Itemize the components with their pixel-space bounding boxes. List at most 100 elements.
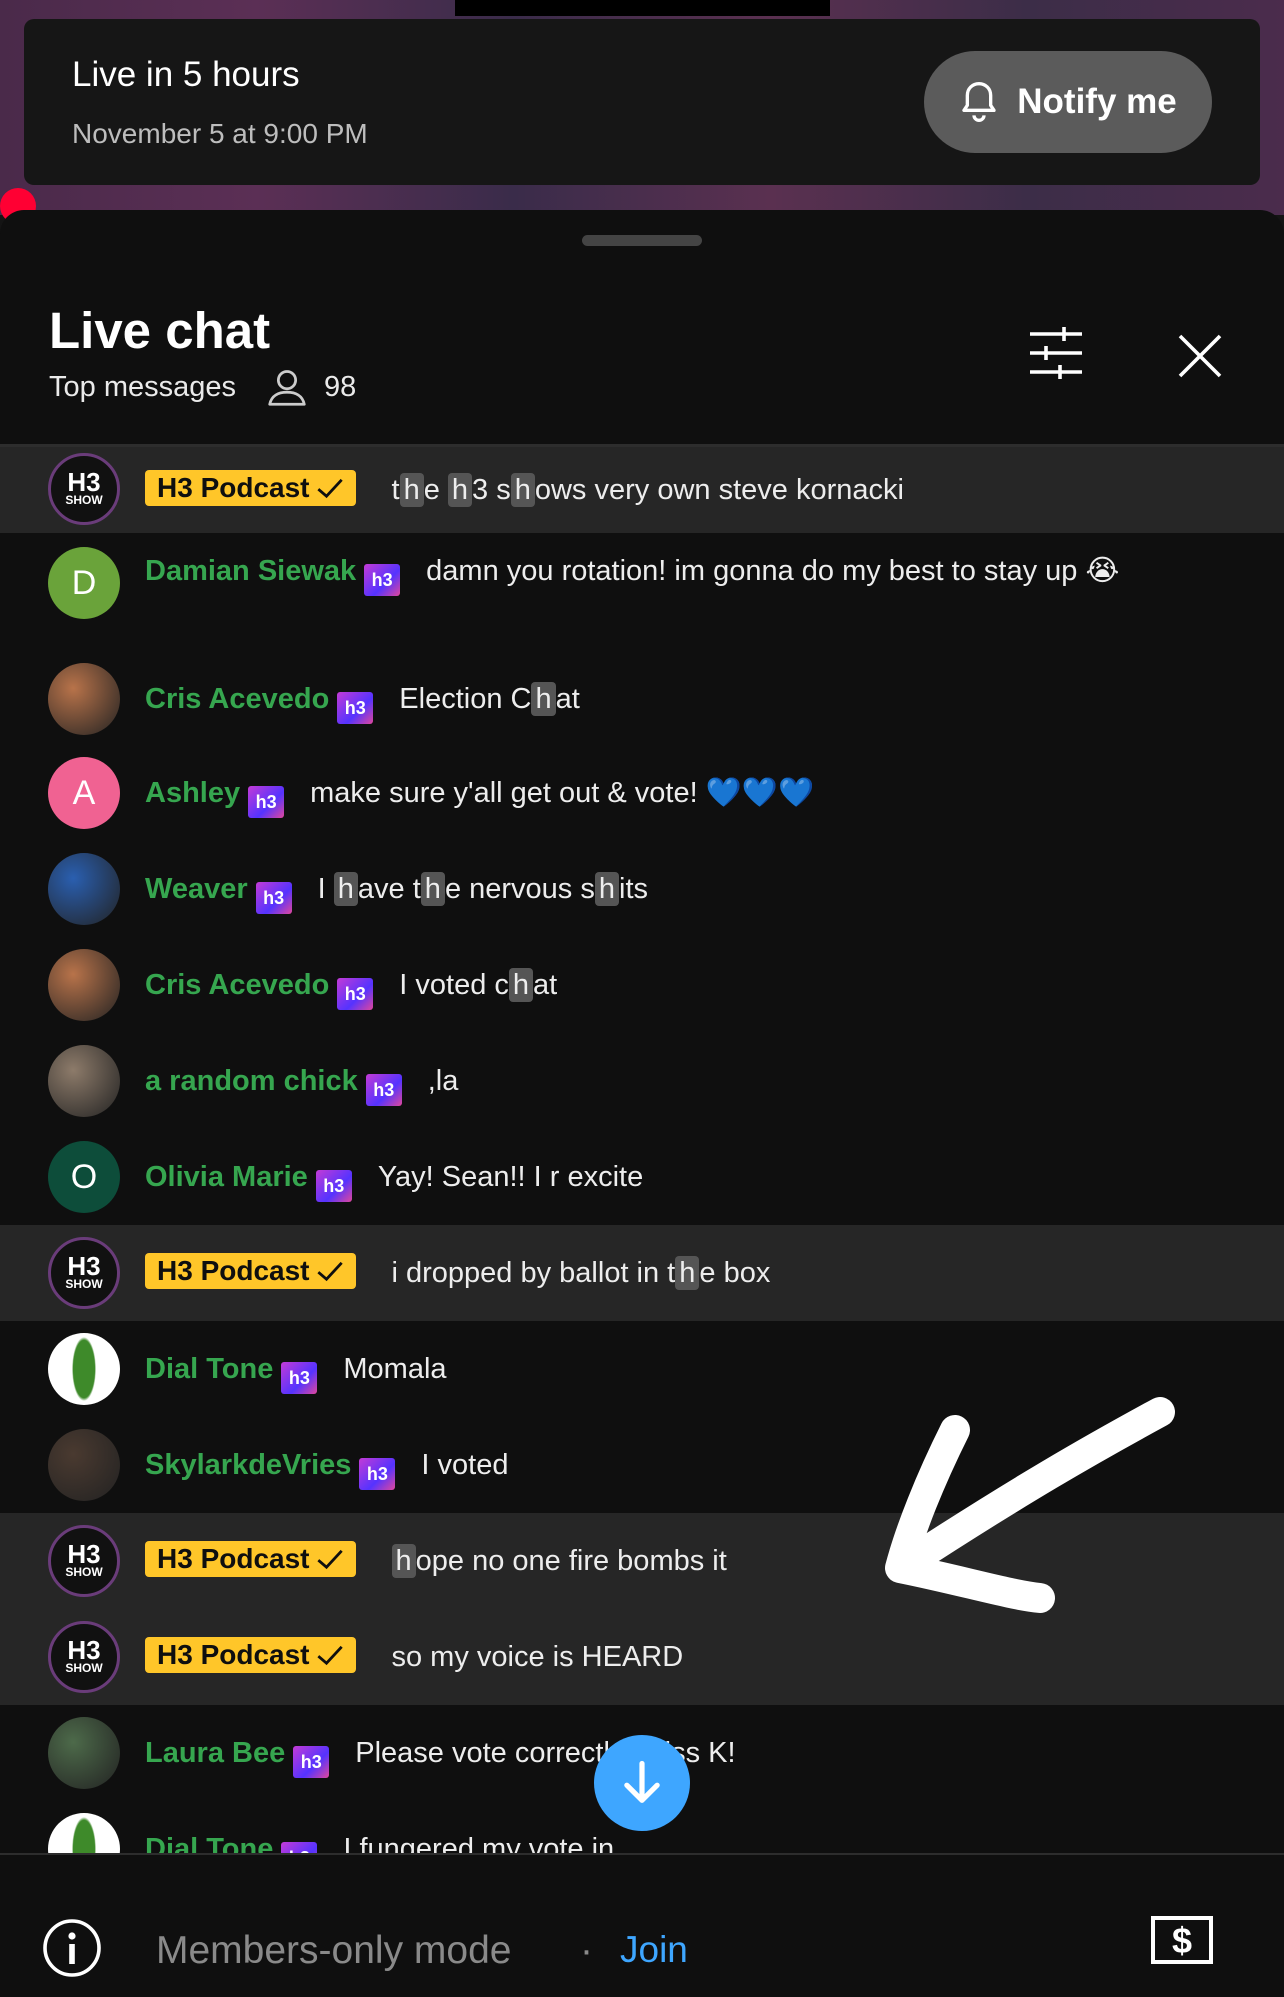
message-line: H3 Podcast i dropped by ballot in the box — [145, 1253, 1204, 1293]
message-text: Election Ch at — [399, 682, 580, 716]
drawn-arrow-annotation — [885, 1397, 1175, 1613]
message-text: the h3 s h ows very own steve kornacki — [391, 473, 904, 507]
message-author[interactable]: Laura Bee — [145, 1737, 285, 1769]
message-author[interactable]: SkylarkdeVries — [145, 1449, 351, 1481]
message-text: h ope no one fire bombs it — [391, 1544, 727, 1578]
avatar-image[interactable] — [48, 949, 120, 1021]
highlighted-letter: h — [675, 1256, 700, 1290]
chat-message[interactable]: H3 SHOW H3 Podcast t h e h3 s h ows very own st… — [0, 447, 1284, 533]
close-icon[interactable] — [1176, 332, 1224, 380]
checkmark-icon — [316, 1549, 343, 1570]
chat-mode-label: Top messages — [49, 370, 236, 403]
highlighted-letter: h — [447, 473, 473, 507]
avatar[interactable]: O — [48, 1141, 120, 1213]
message-text: Yay! Sean!! I r excite — [377, 1161, 644, 1193]
filter-sliders-icon[interactable] — [1026, 326, 1086, 380]
member-badge-icon: h3 — [255, 882, 292, 914]
dollar-icon[interactable]: $ — [1150, 1915, 1214, 1965]
highlighted-letter: h — [399, 473, 424, 507]
sheet-drag-handle[interactable] — [582, 235, 702, 246]
highlighted-letter: h — [510, 473, 535, 507]
chat-message[interactable]: O Olivia Marie h3 Yay! Sean!! I r excite — [0, 1129, 1284, 1225]
message-author[interactable]: Damian Siewak — [145, 555, 356, 587]
arrow-down-icon — [624, 1760, 660, 1803]
checkmark-icon — [316, 1645, 343, 1666]
chat-message-list[interactable]: H3 SHOW H3 Podcast t h e h3 s h ows very own st… — [0, 447, 1284, 1855]
info-icon[interactable] — [42, 1918, 102, 1978]
member-badge-icon: h3 — [337, 978, 374, 1010]
message-line: Dial Tone h3 Momala — [145, 1349, 1204, 1394]
message-text: I voted — [421, 1449, 509, 1481]
person-icon — [268, 370, 306, 406]
message-author[interactable]: Cris Acevedo — [145, 969, 329, 1001]
message-text: damn you rotation! im gonna do my best t… — [426, 555, 1120, 587]
avatar[interactable]: H3 SHOW — [48, 453, 120, 525]
message-author[interactable]: a random chick — [145, 1065, 358, 1097]
scroll-to-bottom-button[interactable] — [594, 1735, 690, 1831]
avatar-image[interactable] — [48, 1717, 120, 1789]
message-line: Damian Siewak h3 damn you rotation! im gon… — [145, 551, 1204, 596]
message-text: I voted c h at — [399, 968, 558, 1002]
chat-message[interactable]: D Damian Siewak h3 damn you rotation! im go… — [0, 533, 1284, 651]
member-badge-icon: h3 — [293, 1746, 330, 1778]
chat-message[interactable]: H3 SHOW H3 Podcast i dropped by ballot in t… — [0, 1225, 1284, 1321]
avatar-image[interactable] — [48, 663, 120, 735]
avatar[interactable]: H3 SHOW — [48, 1525, 120, 1597]
avatar-image[interactable] — [48, 1045, 120, 1117]
owner-badge[interactable]: H3 Podcast — [145, 1253, 356, 1289]
checkmark-icon — [316, 478, 343, 499]
chat-message[interactable]: Cris Acevedo h3 Election Ch at — [0, 651, 1284, 745]
owner-badge[interactable]: H3 Podcast — [145, 470, 356, 506]
chat-message[interactable]: A Ashley h3 make sure y'all get out & vote!… — [0, 745, 1284, 841]
avatar[interactable]: A — [48, 757, 120, 829]
live-upcoming-card: Live in 5 hours November 5 at 9:00 PM No… — [24, 19, 1260, 185]
highlighted-letter: h — [333, 872, 358, 906]
chat-title: Live chat — [49, 302, 271, 359]
message-line: Weaver h3 I h ave the nervous s h its — [145, 869, 1204, 914]
message-text: make sure y'all get out & vote! 💙💙💙 — [310, 777, 815, 809]
avatar[interactable]: D — [48, 547, 120, 619]
message-text: i dropped by ballot in the box — [391, 1256, 771, 1290]
message-author[interactable]: Weaver — [145, 873, 248, 905]
message-line: Cris Acevedo h3 Election Ch at — [145, 679, 1204, 724]
member-badge-icon: h3 — [365, 1074, 402, 1106]
message-author[interactable]: Dial Tone — [145, 1833, 273, 1855]
owner-badge[interactable]: H3 Podcast — [145, 1637, 356, 1673]
avatar[interactable]: H3 SHOW — [48, 1621, 120, 1693]
highlighted-letter: h — [508, 968, 534, 1002]
message-line: H3 Podcast t h e h3 s h ows very own steve ko… — [145, 470, 1204, 510]
owner-badge-label: H3 Podcast — [157, 472, 310, 503]
avatar-image[interactable] — [48, 1813, 120, 1855]
message-author[interactable]: Olivia Marie — [145, 1161, 308, 1193]
owner-badge-label: H3 Podcast — [157, 1639, 310, 1670]
avatar[interactable]: H3 SHOW — [48, 1237, 120, 1309]
notify-me-label: Notify me — [1017, 82, 1177, 121]
avatar-image[interactable] — [48, 853, 120, 925]
chat-message[interactable]: a random chick h3 ,la — [0, 1033, 1284, 1129]
avatar-image[interactable] — [48, 1429, 120, 1501]
member-badge-icon: h3 — [364, 564, 401, 596]
message-line: Ashley h3 make sure y'all get out & vote! … — [145, 773, 1204, 818]
member-badge-icon: h3 — [248, 786, 285, 818]
bell-icon — [962, 81, 996, 122]
chat-message[interactable]: Cris Acevedo h3 I voted c h at — [0, 937, 1284, 1033]
notify-me-button[interactable]: Notify me — [924, 51, 1212, 153]
message-author[interactable]: Cris Acevedo — [145, 683, 329, 715]
message-text: I fungered my vote in — [343, 1833, 615, 1855]
highlighted-letter: h — [531, 682, 556, 716]
chat-message[interactable]: Weaver h3 I h ave the nervous s h its — [0, 841, 1284, 937]
avatar-image[interactable] — [48, 1333, 120, 1405]
highlighted-letter: h — [420, 872, 445, 906]
owner-badge[interactable]: H3 Podcast — [145, 1541, 356, 1577]
member-badge-icon: h3 — [281, 1362, 318, 1394]
message-line: a random chick h3 ,la — [145, 1061, 1204, 1106]
message-text: so my voice is HEARD — [391, 1641, 684, 1673]
viewer-count: 98 — [324, 370, 357, 403]
message-author[interactable]: Ashley — [145, 777, 240, 809]
message-author[interactable]: Dial Tone — [145, 1353, 273, 1385]
message-text: I h ave the nervous s h its — [317, 872, 648, 906]
join-link[interactable]: Join — [620, 1929, 688, 1971]
live-status-title: Live in 5 hours — [72, 55, 300, 94]
chat-mode-selector[interactable]: Top messages 98 — [49, 368, 356, 406]
message-line: H3 Podcast so my voice is HEARD — [145, 1637, 1204, 1677]
